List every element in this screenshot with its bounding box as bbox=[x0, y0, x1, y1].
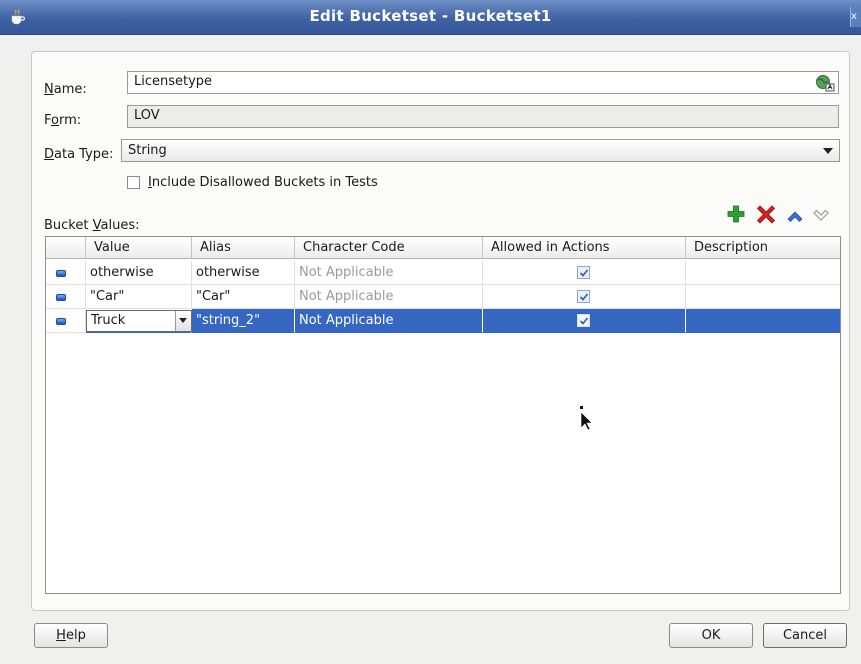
allowed-cell[interactable] bbox=[483, 309, 686, 333]
character-code-cell: Not Applicable bbox=[295, 309, 483, 333]
allowed-cell[interactable] bbox=[483, 261, 686, 285]
column-header-description[interactable]: Description bbox=[686, 237, 840, 259]
row-handle[interactable] bbox=[46, 261, 86, 285]
include-disallowed-checkbox[interactable] bbox=[127, 176, 140, 189]
column-header-value[interactable]: Value bbox=[86, 237, 192, 259]
allowed-checkbox[interactable] bbox=[577, 290, 590, 303]
row-header-column bbox=[46, 237, 86, 259]
description-cell[interactable] bbox=[686, 261, 840, 285]
name-label: Name: bbox=[44, 82, 87, 97]
column-header-allowed-in-actions[interactable]: Allowed in Actions bbox=[483, 237, 686, 259]
help-button[interactable]: Help bbox=[34, 623, 108, 648]
allowed-cell[interactable] bbox=[483, 285, 686, 309]
checkmark-icon bbox=[579, 317, 589, 325]
allowed-checkbox[interactable] bbox=[577, 314, 590, 327]
alias-cell[interactable]: otherwise bbox=[192, 261, 295, 285]
ok-button[interactable]: OK bbox=[669, 623, 753, 648]
row-marker-icon bbox=[56, 270, 66, 277]
add-icon[interactable] bbox=[726, 204, 746, 224]
row-handle[interactable] bbox=[46, 309, 86, 333]
allowed-checkbox[interactable] bbox=[577, 266, 590, 279]
table-row[interactable]: otherwise otherwise Not Applicable bbox=[46, 261, 840, 285]
move-up-icon[interactable] bbox=[785, 206, 805, 226]
character-code-cell: Not Applicable bbox=[295, 261, 483, 285]
table-row-selected[interactable]: Truck "string_2" Not Applicable bbox=[46, 309, 840, 333]
data-type-label: Data Type: bbox=[44, 147, 114, 162]
value-cell[interactable]: otherwise bbox=[86, 261, 192, 285]
value-cell-editor-dropdown[interactable]: Truck bbox=[86, 310, 192, 332]
translate-globe-icon[interactable] bbox=[815, 74, 835, 92]
delete-icon[interactable] bbox=[756, 204, 776, 224]
description-cell[interactable] bbox=[686, 285, 840, 309]
value-cell[interactable]: "Car" bbox=[86, 285, 192, 309]
name-field[interactable]: Licensetype bbox=[127, 71, 839, 94]
bucket-values-table: Value Alias Character Code Allowed in Ac… bbox=[45, 236, 841, 594]
title-bar: Edit Bucketset - Bucketset1 x bbox=[0, 0, 861, 35]
close-window-icon[interactable]: x bbox=[850, 7, 861, 27]
chevron-down-icon bbox=[823, 148, 833, 154]
column-header-character-code[interactable]: Character Code bbox=[295, 237, 483, 259]
description-cell[interactable] bbox=[686, 309, 840, 333]
move-down-icon[interactable] bbox=[811, 206, 831, 226]
checkmark-icon bbox=[579, 269, 589, 277]
row-marker-icon bbox=[56, 294, 66, 301]
cancel-button[interactable]: Cancel bbox=[763, 623, 847, 648]
data-type-selected: String bbox=[128, 143, 167, 158]
chevron-down-icon[interactable] bbox=[175, 311, 191, 331]
value-cell-editor-text: Truck bbox=[91, 313, 126, 328]
row-marker-icon bbox=[56, 318, 66, 325]
include-disallowed-label: Include Disallowed Buckets in Tests bbox=[148, 175, 378, 190]
row-handle[interactable] bbox=[46, 285, 86, 309]
bucket-values-label: Bucket Values: bbox=[44, 218, 140, 233]
character-code-cell: Not Applicable bbox=[295, 285, 483, 309]
checkmark-icon bbox=[579, 293, 589, 301]
alias-cell[interactable]: "string_2" bbox=[192, 309, 295, 333]
form-label: Form: bbox=[44, 113, 82, 128]
alias-cell[interactable]: "Car" bbox=[192, 285, 295, 309]
form-field: LOV bbox=[127, 105, 839, 128]
table-row[interactable]: "Car" "Car" Not Applicable bbox=[46, 285, 840, 309]
column-header-alias[interactable]: Alias bbox=[192, 237, 295, 259]
data-type-dropdown[interactable]: String bbox=[121, 139, 840, 162]
mouse-pointer-icon bbox=[580, 406, 593, 431]
window-title: Edit Bucketset - Bucketset1 bbox=[309, 7, 552, 25]
